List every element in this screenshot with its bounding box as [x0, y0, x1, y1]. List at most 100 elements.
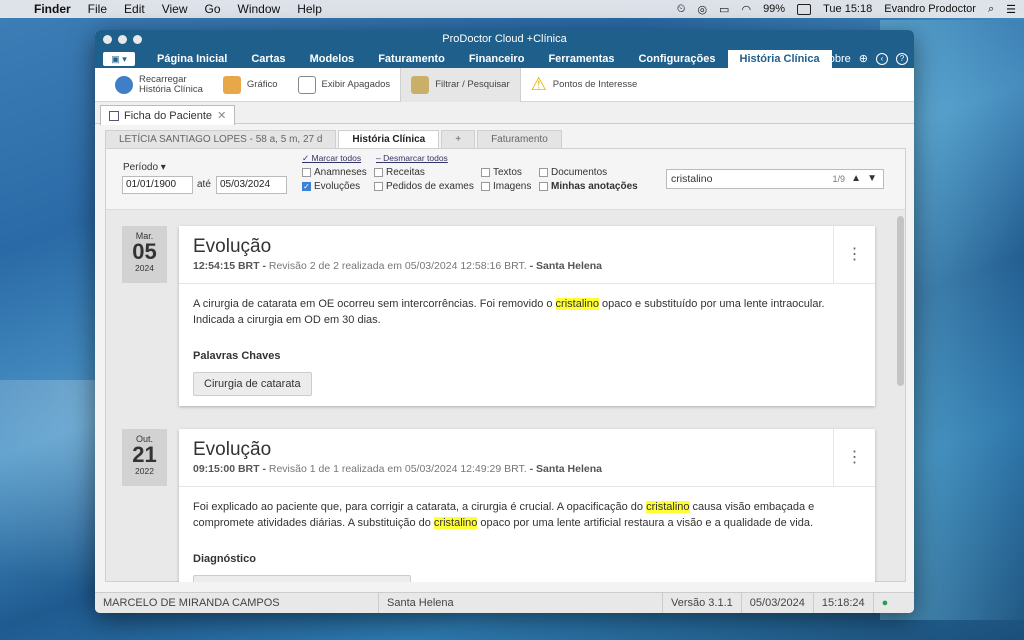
close-tab-icon[interactable]: ✕	[217, 109, 226, 122]
keywords-heading: Palavras Chaves	[193, 350, 281, 362]
connection-status-icon: ●	[881, 597, 889, 609]
tab-patient-name[interactable]: LETÍCIA SANTIAGO LOPES - 58 a, 5 m, 27 d	[105, 130, 337, 148]
entry-title: Evolução	[193, 236, 272, 257]
tab-historia-clinica[interactable]: História Clínica	[338, 130, 440, 148]
menu-finder[interactable]: Finder	[34, 2, 71, 16]
search-input[interactable]: cristalino 1/9 ▲ ▼	[666, 169, 884, 189]
entry-subtitle: 12:54:15 BRT - Revisão 2 de 2 realizada …	[193, 260, 602, 272]
status-time: 15:18:24	[814, 593, 874, 613]
status-date: 05/03/2024	[742, 593, 814, 613]
tab-add[interactable]: +	[441, 130, 476, 148]
document-delete-icon	[297, 75, 316, 94]
nav-faturamento[interactable]: Faturamento	[366, 50, 457, 68]
entry-title: Evolução	[193, 439, 272, 460]
chevron-down-icon[interactable]: ▼	[867, 170, 877, 188]
checkbox-imagens[interactable]: Imagens	[481, 181, 531, 192]
checkbox-pedidos-exames[interactable]: Pedidos de exames	[374, 181, 474, 192]
battery-percent: 99%	[763, 3, 786, 15]
entry-card: Evolução 09:15:00 BRT - Revisão 1 de 1 r…	[179, 429, 875, 582]
filter-bar: Período ▾ 01/01/1900 até 05/03/2024 ✓ Ma…	[106, 149, 905, 210]
unmark-all-link[interactable]: – Desmarcar todos	[376, 153, 448, 163]
nav-ferramentas[interactable]: Ferramentas	[536, 50, 626, 68]
reload-label: Recarregar História Clínica	[139, 73, 203, 95]
clock[interactable]: Tue 15:18	[823, 3, 872, 15]
menu-view[interactable]: View	[162, 2, 188, 16]
chart-button[interactable]: Gráfico	[213, 68, 288, 102]
entry-date: Out. 21 2022	[122, 429, 167, 486]
show-deleted-button[interactable]: Exibir Apagados	[288, 68, 401, 102]
window-title: ProDoctor Cloud +Clínica	[442, 33, 567, 45]
about-link[interactable]: Sobre	[821, 53, 850, 65]
warning-icon: ⚠	[530, 74, 547, 94]
checkbox-minhas-anotacoes[interactable]: Minhas anotações	[539, 181, 638, 192]
tab-faturamento[interactable]: Faturamento	[477, 130, 562, 148]
history-panel: Período ▾ 01/01/1900 até 05/03/2024 ✓ Ma…	[105, 148, 906, 582]
wifi-icon[interactable]: ◠	[741, 3, 751, 16]
search-highlight: cristalino	[646, 501, 690, 513]
menu-edit[interactable]: Edit	[124, 2, 145, 16]
nav-modelos[interactable]: Modelos	[298, 50, 367, 68]
toolbar: Recarregar História Clínica Gráfico Exib…	[95, 67, 914, 102]
filter-search-label: Filtrar / Pesquisar	[435, 79, 510, 90]
mark-all-link[interactable]: ✓ Marcar todos	[302, 153, 361, 164]
date-from-input[interactable]: 01/01/1900	[122, 176, 193, 194]
nav-configuracoes[interactable]: Configurações	[626, 50, 727, 68]
list-icon[interactable]: ☰	[1006, 3, 1016, 16]
points-of-interest-button[interactable]: ⚠ Pontos de Interesse	[521, 68, 648, 102]
checkbox-textos[interactable]: Textos	[481, 167, 522, 178]
entry-card: Evolução 12:54:15 BRT - Revisão 2 de 2 r…	[179, 226, 875, 406]
nav-cartas[interactable]: Cartas	[239, 50, 297, 68]
more-options-icon[interactable]: ⋮	[833, 226, 875, 284]
status-doctor: MARCELO DE MIRANDA CAMPOS	[95, 593, 379, 613]
search-highlight: cristalino	[555, 298, 599, 310]
reload-icon	[115, 75, 133, 94]
battery-icon[interactable]	[797, 3, 812, 15]
menu-help[interactable]: Help	[297, 2, 322, 16]
points-of-interest-label: Pontos de Interesse	[552, 79, 638, 90]
show-deleted-label: Exibir Apagados	[321, 79, 391, 90]
tab-ficha-paciente[interactable]: Ficha do Paciente ✕	[100, 105, 236, 125]
diagnosis-heading: Diagnóstico	[193, 553, 256, 565]
checkbox-documentos[interactable]: Documentos	[539, 167, 607, 178]
nav-financeiro[interactable]: Financeiro	[457, 50, 537, 68]
back-icon[interactable]: ‹	[876, 52, 888, 65]
user-name[interactable]: Evandro Prodoctor	[884, 3, 976, 15]
globe-icon[interactable]: ⊕	[859, 52, 868, 65]
entry-date: Mar. 05 2024	[122, 226, 167, 283]
menu-window[interactable]: Window	[238, 2, 281, 16]
entry-list: Mar. 05 2024 Evolução 12:54:15 BRT - Rev…	[106, 210, 907, 582]
period-label[interactable]: Período ▾	[123, 162, 166, 173]
search-value: cristalino	[671, 173, 713, 185]
chevron-up-icon[interactable]: ▲	[851, 170, 861, 188]
tab-ficha-label: Ficha do Paciente	[124, 109, 213, 122]
checkbox-evolucoes[interactable]: ✓ Evoluções	[302, 181, 360, 192]
more-options-icon[interactable]: ⋮	[833, 429, 875, 487]
menu-go[interactable]: Go	[205, 2, 221, 16]
filter-icon	[411, 75, 430, 94]
app-window: ProDoctor Cloud +Clínica ▣ ▾ Página Inic…	[95, 30, 914, 613]
keyword-chip[interactable]: Cirurgia de catarata	[193, 372, 312, 396]
menu-file[interactable]: File	[88, 2, 107, 16]
filter-search-button[interactable]: Filtrar / Pesquisar	[400, 67, 521, 102]
app-menu-button[interactable]: ▣ ▾	[103, 52, 135, 66]
search-highlight: cristalino	[433, 517, 478, 529]
date-to-input[interactable]: 05/03/2024	[216, 176, 287, 194]
airplay-icon[interactable]: ▭	[719, 3, 729, 16]
reload-button[interactable]: Recarregar História Clínica	[105, 68, 213, 102]
nav-home[interactable]: Página Inicial	[145, 50, 239, 68]
entry-text: Foi explicado ao paciente que, para corr…	[193, 501, 815, 529]
help-icon[interactable]: ?	[896, 52, 908, 65]
checkbox-anamneses[interactable]: Anamneses	[302, 167, 367, 178]
title-bar: ProDoctor Cloud +Clínica ▣ ▾ Página Inic…	[95, 30, 914, 68]
status-bar: MARCELO DE MIRANDA CAMPOS Santa Helena V…	[95, 592, 914, 613]
sync-icon[interactable]: ◎	[697, 3, 707, 16]
scrollbar-thumb[interactable]	[897, 216, 904, 386]
document-tab-bar: Ficha do Paciente ✕	[95, 102, 914, 125]
status-version: Versão 3.1.1	[663, 593, 742, 613]
nav-historia-clinica[interactable]: História Clínica	[727, 50, 832, 68]
patient-tabs: LETÍCIA SANTIAGO LOPES - 58 a, 5 m, 27 d…	[105, 130, 564, 148]
search-icon[interactable]: ⌕	[988, 3, 994, 16]
checkbox-receitas[interactable]: Receitas	[374, 167, 425, 178]
timemachine-icon[interactable]: ⏲	[677, 3, 686, 16]
diagnosis-chip[interactable]	[193, 575, 411, 582]
